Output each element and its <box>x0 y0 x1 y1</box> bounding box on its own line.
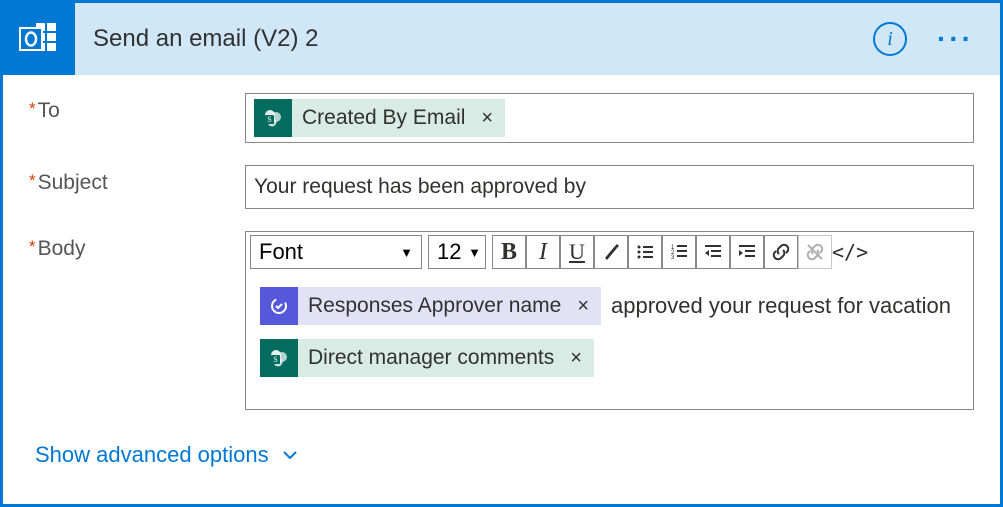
label-to: *To <box>29 93 245 123</box>
label-body-text: Body <box>38 237 86 260</box>
approvals-icon <box>260 287 298 325</box>
sharepoint-icon: S <box>260 339 298 377</box>
row-to: *To S Created <box>29 93 974 143</box>
font-size-select[interactable]: 12 ▼ <box>428 235 486 269</box>
rte-toolbar: Font ▼ 12 ▼ B I U <box>246 232 973 269</box>
action-card: Send an email (V2) 2 i ··· *To <box>0 0 1003 507</box>
token-direct-manager-comments: S Direct manager comments × <box>260 339 594 377</box>
body-editor: Font ▼ 12 ▼ B I U <box>245 231 974 410</box>
outlook-icon <box>3 3 75 75</box>
row-body: *Body Font ▼ 12 ▼ B <box>29 231 974 410</box>
subject-input-box[interactable] <box>245 165 974 209</box>
token-label: Direct manager comments <box>306 346 556 370</box>
font-select-label: Font <box>259 239 303 265</box>
font-select[interactable]: Font ▼ <box>250 235 422 269</box>
show-advanced-options-link[interactable]: Show advanced options <box>35 442 299 468</box>
body-content[interactable]: Responses Approver name × approved your … <box>246 269 973 409</box>
unlink-button <box>798 235 832 269</box>
token-label: Created By Email <box>300 106 467 130</box>
svg-text:3: 3 <box>671 255 675 261</box>
indent-button[interactable] <box>730 235 764 269</box>
token-remove-icon[interactable]: × <box>571 295 595 318</box>
font-size-label: 12 <box>437 239 461 265</box>
card-header: Send an email (V2) 2 i ··· <box>3 3 1000 75</box>
link-button[interactable] <box>764 235 798 269</box>
body-line: Responses Approver name × approved your … <box>260 287 959 325</box>
sharepoint-icon: S <box>254 99 292 137</box>
subject-input[interactable] <box>254 173 965 201</box>
numbered-list-button[interactable]: 1 2 3 <box>662 235 696 269</box>
outdent-button[interactable] <box>696 235 730 269</box>
code-view-button[interactable]: </> <box>832 235 868 269</box>
token-remove-icon[interactable]: × <box>475 107 499 130</box>
body-text: approved your request for vacation <box>611 293 951 319</box>
card-title: Send an email (V2) 2 <box>93 25 855 53</box>
row-subject: *Subject <box>29 165 974 209</box>
label-subject: *Subject <box>29 165 245 195</box>
svg-text:S: S <box>273 355 277 364</box>
svg-text:S: S <box>267 115 271 124</box>
token-created-by-email: S Created By Email × <box>254 99 505 137</box>
token-label: Responses Approver name <box>306 294 563 318</box>
chevron-down-icon: ▼ <box>400 245 413 260</box>
italic-button[interactable]: I <box>526 235 560 269</box>
body-line: S Direct manager comments × <box>260 339 959 377</box>
label-subject-text: Subject <box>38 171 108 194</box>
chevron-down-icon: ▼ <box>468 245 481 260</box>
label-to-text: To <box>38 99 60 122</box>
card-body: *To S Created <box>3 75 1000 478</box>
underline-button[interactable]: U <box>560 235 594 269</box>
bold-button[interactable]: B <box>492 235 526 269</box>
bulleted-list-button[interactable] <box>628 235 662 269</box>
chevron-down-icon <box>281 446 299 464</box>
more-menu-button[interactable]: ··· <box>925 25 986 53</box>
to-input[interactable]: S Created By Email × <box>245 93 974 143</box>
label-body: *Body <box>29 231 245 261</box>
token-responses-approver-name: Responses Approver name × <box>260 287 601 325</box>
token-remove-icon[interactable]: × <box>564 347 588 370</box>
show-advanced-options-label: Show advanced options <box>35 442 269 468</box>
font-color-button[interactable] <box>594 235 628 269</box>
info-icon[interactable]: i <box>873 22 907 56</box>
